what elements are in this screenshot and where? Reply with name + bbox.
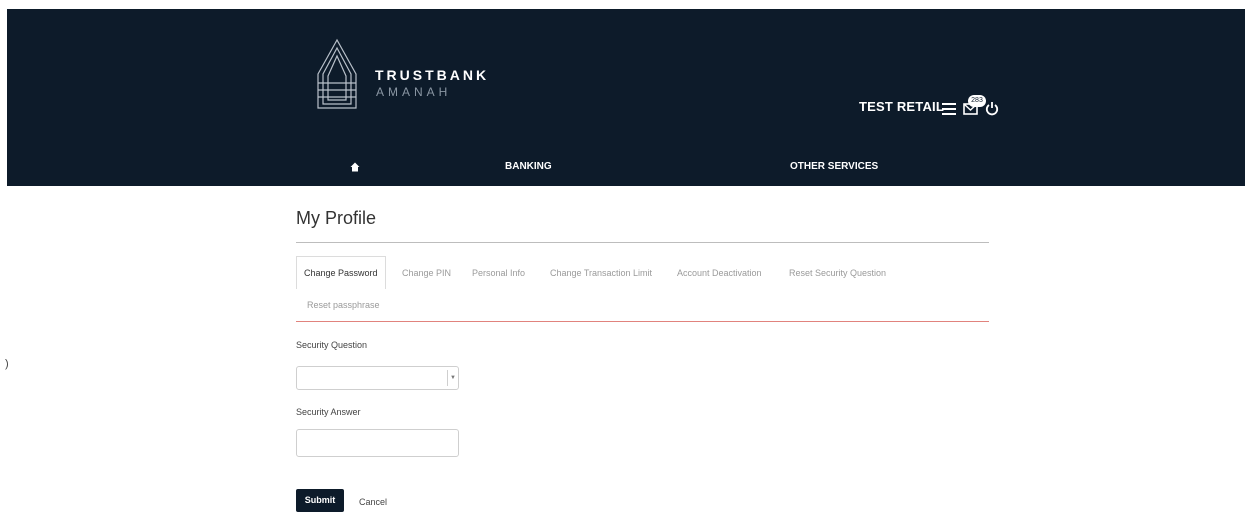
- mail-count-badge: 283: [968, 95, 986, 107]
- tab-change-pin[interactable]: Change PIN: [402, 268, 451, 278]
- cancel-link[interactable]: Cancel: [359, 497, 387, 507]
- power-icon[interactable]: [985, 101, 999, 116]
- tabs-underline: [296, 321, 989, 322]
- nav-other-services[interactable]: OTHER SERVICES: [790, 161, 878, 172]
- submit-button[interactable]: Submit: [296, 489, 344, 512]
- tab-personal-info[interactable]: Personal Info: [472, 268, 525, 278]
- menu-line: [942, 103, 956, 105]
- bank-logo-mark: [317, 38, 357, 109]
- menu-line: [942, 108, 956, 110]
- tab-account-deactivation[interactable]: Account Deactivation: [677, 268, 762, 278]
- edge-mark: ): [5, 358, 9, 370]
- tab-reset-security-question[interactable]: Reset Security Question: [789, 268, 886, 278]
- nav-banking[interactable]: BANKING: [505, 161, 552, 172]
- page-title: My Profile: [296, 208, 377, 228]
- security-answer-input[interactable]: [296, 429, 459, 457]
- home-icon[interactable]: [350, 162, 360, 172]
- hamburger-menu-icon[interactable]: [942, 103, 956, 115]
- chevron-down-icon[interactable]: ▼: [447, 370, 458, 386]
- logo-name: TRUSTBANK: [375, 67, 490, 83]
- title-divider: [296, 242, 989, 243]
- logo-subtitle: AMANAH: [376, 85, 452, 99]
- user-name[interactable]: TEST RETAIL: [859, 99, 944, 114]
- security-question-select[interactable]: ▼: [296, 366, 459, 390]
- profile-tabs: Change Password Change PIN Personal Info…: [296, 256, 989, 322]
- tab-reset-passphrase[interactable]: Reset passphrase: [307, 300, 380, 310]
- bank-logo[interactable]: TRUSTBANK AMANAH: [315, 38, 486, 110]
- tab-change-transaction-limit[interactable]: Change Transaction Limit: [550, 268, 652, 278]
- home-icon-glyph: [350, 162, 360, 172]
- main-nav: BANKING OTHER SERVICES: [7, 161, 1245, 185]
- tab-change-password[interactable]: Change Password: [296, 256, 386, 289]
- power-icon-glyph: [985, 102, 999, 116]
- menu-line: [942, 113, 956, 115]
- top-header: TRUSTBANK AMANAH TEST RETAIL 283 BANKING…: [7, 9, 1245, 186]
- security-question-label: Security Question: [296, 340, 368, 350]
- security-answer-label: Security Answer: [296, 407, 361, 417]
